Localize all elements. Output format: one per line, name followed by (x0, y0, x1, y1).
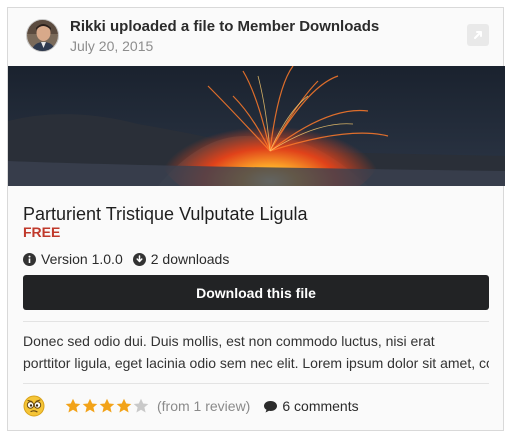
divider (23, 383, 489, 384)
file-cover-image[interactable] (8, 66, 505, 186)
info-icon (23, 252, 36, 266)
comments-count: 6 comments (282, 398, 359, 414)
star-rating (65, 398, 150, 414)
activity-card: Rikki uploaded a file to Member Download… (7, 7, 505, 431)
version-label: Version 1.0.0 (41, 251, 123, 267)
file-footer: (from 1 review) 6 comments (23, 395, 359, 417)
star-filled-icon (116, 398, 132, 414)
version-info: Version 1.0.0 (23, 251, 123, 267)
confused-emoji-icon[interactable] (23, 395, 45, 417)
star-filled-icon (82, 398, 98, 414)
file-description: Donec sed odio dui. Duis mollis, est non… (23, 330, 489, 374)
file-price: FREE (23, 224, 61, 240)
description-line: porttitor ligula, eget lacinia odio sem … (23, 355, 489, 371)
expand-button[interactable] (467, 24, 489, 46)
downloads-info: 2 downloads (132, 251, 230, 267)
avatar[interactable] (26, 19, 59, 52)
description-line: Donec sed odio dui. Duis mollis, est non… (23, 333, 435, 349)
star-empty-icon (133, 398, 149, 414)
comments-link[interactable]: 6 comments (263, 398, 359, 414)
star-filled-icon (65, 398, 81, 414)
expand-arrow-icon (474, 31, 482, 39)
star-filled-icon (99, 398, 115, 414)
file-meta: Version 1.0.0 2 downloads (23, 251, 239, 267)
download-button[interactable]: Download this file (23, 275, 489, 310)
divider (23, 321, 489, 322)
file-title[interactable]: Parturient Tristique Vulputate Ligula (23, 204, 308, 225)
download-circle-icon (132, 252, 146, 266)
downloads-count: 2 downloads (150, 251, 230, 267)
comment-icon (263, 400, 278, 413)
activity-date: July 20, 2015 (70, 38, 154, 54)
reviews-link[interactable]: (from 1 review) (157, 398, 250, 414)
activity-header: Rikki uploaded a file to Member Download… (8, 8, 503, 66)
activity-title[interactable]: Rikki uploaded a file to Member Download… (70, 18, 379, 35)
